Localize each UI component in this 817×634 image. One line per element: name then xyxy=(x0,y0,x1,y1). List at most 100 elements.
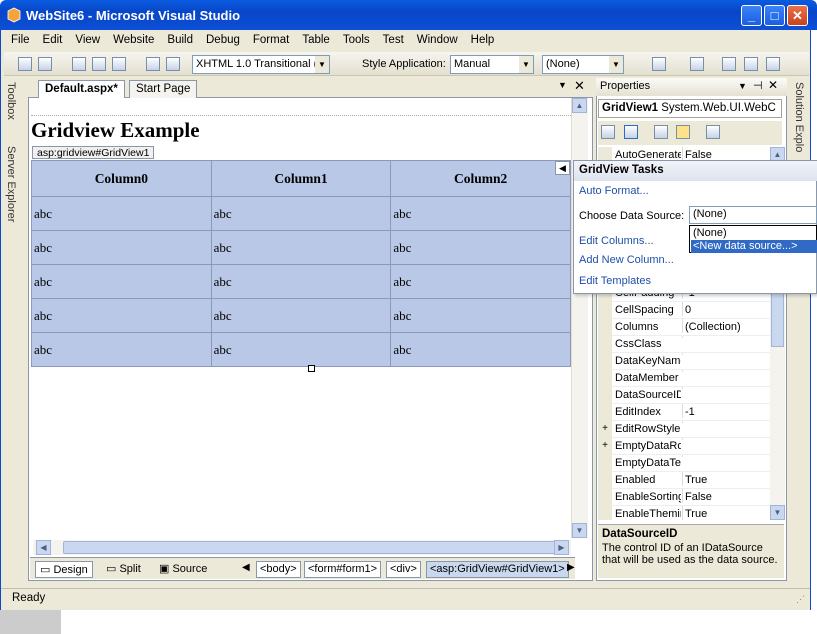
edit-columns-link[interactable]: Edit Columns... xyxy=(579,235,654,247)
size-grip-icon[interactable]: ⋰ xyxy=(796,594,805,605)
property-row[interactable]: CssClass xyxy=(598,336,770,353)
events-lightning-icon[interactable] xyxy=(676,125,690,139)
property-row[interactable]: DataMember xyxy=(598,370,770,387)
property-row[interactable]: DataKeyName xyxy=(598,353,770,370)
panel-dropdown-icon[interactable]: ▼ xyxy=(738,81,747,91)
save-icon[interactable] xyxy=(744,57,758,71)
object-selector[interactable]: GridView1 System.Web.UI.WebC xyxy=(598,99,782,118)
auto-format-link[interactable]: Auto Format... xyxy=(579,185,649,197)
property-row[interactable]: EditIndex -1 xyxy=(598,404,770,421)
data-source-select[interactable]: (None) xyxy=(689,206,817,224)
property-pages-icon[interactable] xyxy=(706,125,720,139)
new-style-icon[interactable] xyxy=(652,57,666,71)
menu-build[interactable]: Build xyxy=(160,32,199,46)
tab-default-aspx[interactable]: Default.aspx* xyxy=(38,80,125,98)
maximize-button[interactable]: □ xyxy=(764,5,785,26)
scroll-up-icon[interactable]: ▲ xyxy=(572,98,587,113)
table-cell: abc xyxy=(390,230,571,265)
property-row[interactable]: EnableThemin True xyxy=(598,506,770,520)
split-label: Split xyxy=(119,563,141,575)
menu-file[interactable]: File xyxy=(4,32,36,46)
tasks-title: GridView Tasks xyxy=(574,161,817,181)
categorized-icon[interactable] xyxy=(601,125,615,139)
property-row[interactable]: + EmptyDataRo xyxy=(598,438,770,455)
indent-icon[interactable] xyxy=(18,57,32,71)
property-row[interactable]: DataSourceID xyxy=(598,387,770,404)
page-heading[interactable]: Gridview Example xyxy=(31,118,200,143)
save-all-icon[interactable] xyxy=(766,57,780,71)
menu-bar: File Edit View Website Build Debug Format Table… xyxy=(4,32,809,50)
property-row[interactable]: + EditRowStyle xyxy=(598,421,770,438)
property-row[interactable]: EnableSorting False xyxy=(598,489,770,506)
property-row[interactable]: CellSpacing 0 xyxy=(598,302,770,319)
close-panel-icon[interactable]: ✕ xyxy=(768,78,778,92)
object-type: System.Web.UI.WebC xyxy=(661,102,776,114)
minimize-button[interactable]: _ xyxy=(741,5,762,26)
chevron-down-icon: ▼ xyxy=(609,56,623,73)
pin-icon[interactable]: ⊣ xyxy=(753,79,763,92)
server-explorer-tab[interactable]: Server Explorer xyxy=(5,146,17,222)
menu-edit[interactable]: Edit xyxy=(36,32,69,46)
scroll-thumb[interactable] xyxy=(63,541,563,554)
property-row[interactable]: Columns (Collection) xyxy=(598,319,770,336)
option-none[interactable]: (None) xyxy=(691,227,817,240)
doctype-combo[interactable]: XHTML 1.0 Transitional ( ▼ xyxy=(192,55,330,74)
alphabetical-icon[interactable] xyxy=(624,125,638,139)
menu-test[interactable]: Test xyxy=(376,32,410,46)
breadcrumb-body[interactable]: <body> xyxy=(256,561,301,578)
server-explorer-label: Server Explorer xyxy=(5,146,17,223)
breadcrumb-forward-icon[interactable]: ▶ xyxy=(567,562,575,573)
add-new-column-link[interactable]: Add New Column... xyxy=(579,254,674,266)
open-folder-icon[interactable] xyxy=(722,57,736,71)
gridview-tag-label: asp:gridview#GridView1 xyxy=(32,146,155,159)
solution-explorer-tab[interactable]: Solution Explo xyxy=(793,82,805,152)
breadcrumb-div[interactable]: <div> xyxy=(386,561,421,578)
property-row[interactable]: EmptyDataTe xyxy=(598,455,770,472)
list-icon[interactable] xyxy=(146,57,160,71)
menu-view[interactable]: View xyxy=(68,32,106,46)
toolbox-tab[interactable]: Toolbox xyxy=(5,82,17,120)
table-cell: abc xyxy=(390,332,571,367)
tab-start-page[interactable]: Start Page xyxy=(129,80,198,98)
breadcrumb-back-icon[interactable]: ◀ xyxy=(242,562,250,573)
table-cell: abc xyxy=(31,230,212,265)
close-button[interactable]: ✕ xyxy=(787,5,808,26)
design-view-button[interactable]: ▭ Design xyxy=(35,561,93,578)
option-new-data-source[interactable]: <New data source...> xyxy=(691,240,817,253)
close-document-icon[interactable]: ✕ xyxy=(574,78,585,94)
table-icon[interactable] xyxy=(690,57,704,71)
object-name: GridView1 xyxy=(602,102,659,114)
properties-view-icon[interactable] xyxy=(654,125,668,139)
gridview-table[interactable]: Column0 Column1 Column2 abc abc abc abc abc… xyxy=(31,160,571,367)
property-row[interactable]: Enabled True xyxy=(598,472,770,489)
menu-format[interactable]: Format xyxy=(246,32,295,46)
edit-templates-link[interactable]: Edit Templates xyxy=(579,275,651,287)
designer-horizontal-scrollbar[interactable]: ◀ ▶ xyxy=(33,540,571,555)
scroll-down-icon[interactable]: ▼ xyxy=(770,505,785,520)
resize-handle[interactable] xyxy=(308,365,315,372)
outdent-icon[interactable] xyxy=(38,57,52,71)
target-rule-combo[interactable]: (None) ▼ xyxy=(542,55,624,74)
style-application-combo[interactable]: Manual ▼ xyxy=(450,55,534,74)
menu-help[interactable]: Help xyxy=(464,32,501,46)
comment-icon[interactable] xyxy=(72,57,86,71)
doctype-value: XHTML 1.0 Transitional ( xyxy=(196,58,318,70)
menu-tools[interactable]: Tools xyxy=(336,32,376,46)
align-right-icon[interactable] xyxy=(112,57,126,71)
menu-table[interactable]: Table xyxy=(295,32,336,46)
tab-dropdown-icon[interactable]: ▼ xyxy=(558,80,567,90)
menu-window[interactable]: Window xyxy=(410,32,464,46)
menu-website[interactable]: Website xyxy=(106,32,160,46)
scroll-left-icon[interactable]: ◀ xyxy=(36,540,51,555)
breadcrumb-gridview[interactable]: <asp:GridView#GridView1> xyxy=(426,561,569,578)
smart-tag-chevron-icon[interactable]: ◀ xyxy=(555,161,570,175)
scroll-right-icon[interactable]: ▶ xyxy=(554,540,569,555)
breadcrumb-form[interactable]: <form#form1> xyxy=(304,561,382,578)
menu-debug[interactable]: Debug xyxy=(199,32,246,46)
align-left-icon[interactable] xyxy=(92,57,106,71)
scroll-down-icon[interactable]: ▼ xyxy=(572,523,587,538)
source-view-button[interactable]: ▣ Source xyxy=(155,561,211,578)
split-view-button[interactable]: ▭ Split xyxy=(102,561,145,578)
uncomment-icon[interactable] xyxy=(166,57,180,71)
split-icon: ▭ xyxy=(106,563,120,575)
